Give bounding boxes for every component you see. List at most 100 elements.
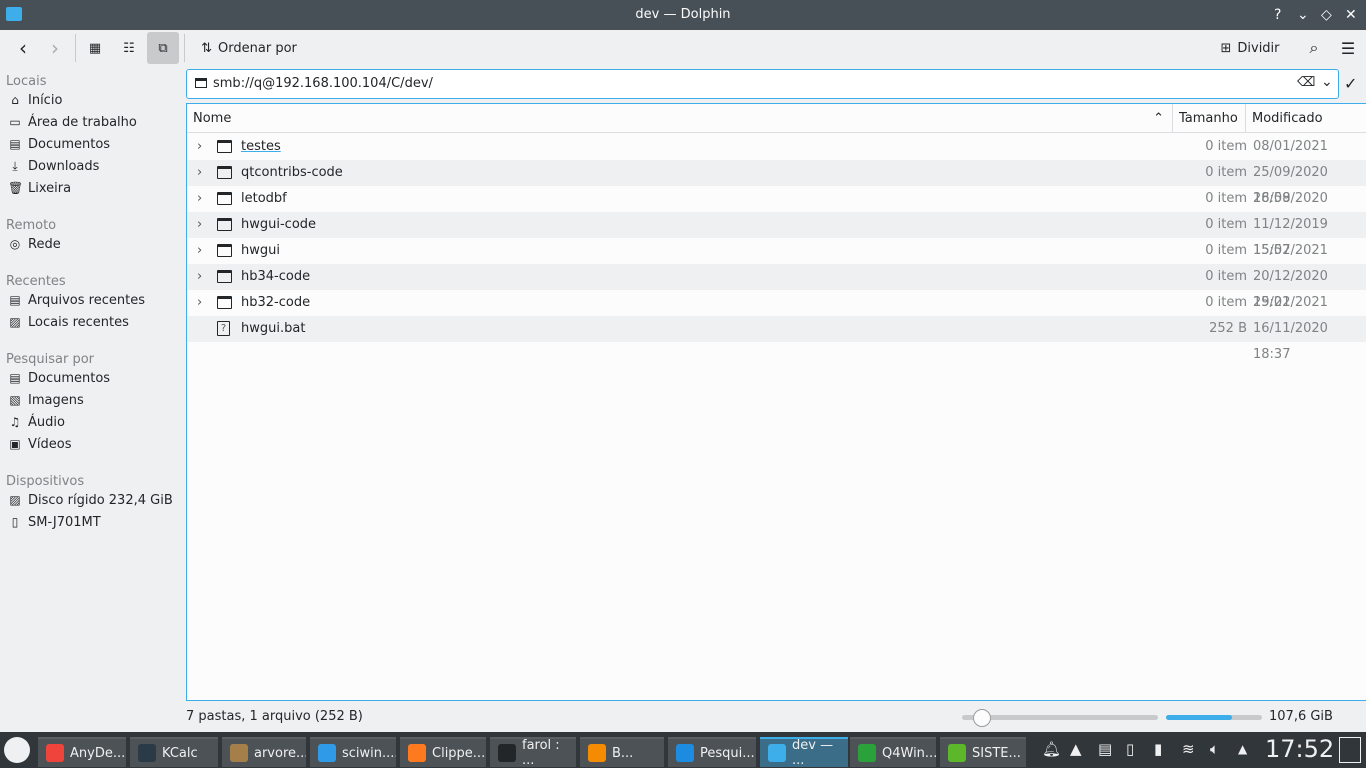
close-icon[interactable]: ✕: [1345, 0, 1357, 30]
taskbar-task[interactable]: arvore...: [222, 737, 306, 767]
expand-icon[interactable]: ›: [197, 160, 202, 186]
file-row[interactable]: ›testes0 item08/01/2021 14:16: [187, 134, 1366, 180]
taskbar-task[interactable]: AnyDe...: [38, 737, 126, 767]
help-icon[interactable]: ?: [1274, 0, 1281, 30]
music-icon: ♫: [9, 415, 21, 429]
chevron-down-icon[interactable]: ⌄: [1321, 74, 1333, 90]
volume-icon[interactable]: 🔈︎: [1210, 740, 1219, 758]
section-header: Locais: [6, 74, 47, 89]
sidebar-item[interactable]: ▤ Arquivos recentes: [8, 289, 145, 311]
sidebar-item[interactable]: ▤ Documentos: [8, 133, 110, 155]
recent-files-icon: ▤: [9, 293, 21, 307]
app-icon: [858, 744, 876, 762]
location-bar[interactable]: smb://q@192.168.100.104/C/dev/ ⌫ ⌄: [186, 69, 1339, 99]
taskbar-task[interactable]: dev — ...: [760, 737, 848, 767]
sidebar-item[interactable]: ◎ Rede: [8, 233, 61, 255]
icons-view-button[interactable]: ▦: [80, 32, 110, 64]
download-icon: ⤓: [12, 158, 18, 173]
file-row[interactable]: ›letodbf0 item28/08/2020 12:15: [187, 186, 1366, 232]
app-icon: [676, 744, 694, 762]
menu-button[interactable]: ☰: [1334, 32, 1362, 64]
keep-above-icon[interactable]: ◇: [1321, 0, 1332, 30]
usb-device-icon[interactable]: ▮: [1154, 740, 1162, 758]
column-header-size[interactable]: Tamanho: [1173, 104, 1246, 133]
file-row[interactable]: › hb34-code 0 item 20/12/2020 15:22: [187, 264, 1366, 310]
taskbar-task[interactable]: sciwin....: [310, 737, 396, 767]
taskbar-task[interactable]: B...: [580, 737, 664, 767]
app-icon: [46, 744, 64, 762]
forward-button[interactable]: ›: [40, 32, 70, 64]
sidebar-item[interactable]: ▯ SM-J701MT: [8, 511, 101, 533]
file-row[interactable]: ›hwgui0 item15/02/2021 14:29: [187, 238, 1366, 284]
sort-icon: ⇅: [201, 40, 213, 56]
search-button[interactable]: ⌕: [1300, 32, 1328, 64]
compact-view-button[interactable]: ☷: [114, 32, 144, 64]
app-icon: [230, 744, 248, 762]
section-header: Pesquisar por: [6, 352, 95, 367]
expand-icon[interactable]: ›: [197, 264, 202, 290]
notifications-icon[interactable]: 🔔︎: [1042, 740, 1061, 758]
sort-by-button[interactable]: ⇅ Ordenar por: [194, 32, 304, 64]
column-header-name[interactable]: Nome ⌃: [187, 104, 1173, 133]
recent-places-icon: ▨: [9, 315, 21, 329]
clipboard-icon[interactable]: ▤: [1098, 740, 1112, 758]
vlc-tray-icon[interactable]: ▲: [1070, 740, 1082, 758]
app-icon: [138, 744, 156, 762]
kdeconnect-icon[interactable]: ▯: [1126, 740, 1134, 758]
divider: [184, 34, 185, 62]
expand-icon[interactable]: ›: [197, 290, 202, 316]
expand-icon[interactable]: ›: [197, 212, 202, 238]
zoom-slider[interactable]: [962, 709, 1158, 727]
folder-icon: [217, 140, 232, 153]
sidebar-item[interactable]: ♫ Áudio: [8, 411, 65, 433]
taskbar-task[interactable]: Q4Win...: [850, 737, 936, 767]
sidebar-item[interactable]: ▧ Imagens: [8, 389, 83, 411]
show-desktop-button[interactable]: [1339, 737, 1361, 763]
file-row[interactable]: › hwgui-code 0 item 11/12/2019 15:57: [187, 212, 1366, 258]
window-title: dev — Dolphin: [635, 7, 731, 22]
confirm-location-icon[interactable]: ✓: [1344, 74, 1357, 93]
file-view[interactable]: Nome ⌃ Tamanho Modificado › testes 0 item 08…: [186, 103, 1366, 701]
expand-icon[interactable]: ›: [197, 238, 202, 264]
taskbar-task[interactable]: SISTE...: [940, 737, 1026, 767]
sidebar-item[interactable]: ⤓ Downloads: [8, 155, 99, 177]
sidebar-item[interactable]: ▨ Disco rígido 232,4 GiB: [8, 489, 172, 511]
column-header-modified[interactable]: Modificado: [1246, 104, 1366, 133]
disk-usage-fill: [1166, 715, 1233, 720]
section-header: Recentes: [6, 274, 66, 289]
file-row[interactable]: ? hwgui.bat 252 B 16/11/2020 18:37: [187, 316, 1366, 362]
clock[interactable]: 17:52: [1265, 735, 1334, 763]
taskbar-task[interactable]: Clippe...: [400, 737, 486, 767]
wifi-icon[interactable]: ≋: [1182, 740, 1195, 758]
sidebar-item[interactable]: ▨ Locais recentes: [8, 311, 129, 333]
back-button[interactable]: ‹: [8, 32, 38, 64]
desktop-icon: ▭: [9, 115, 21, 129]
clear-icon[interactable]: ⌫: [1297, 75, 1315, 90]
taskbar-task[interactable]: Pesqui...: [668, 737, 756, 767]
documents-icon: ▤: [9, 137, 21, 151]
taskbar-task[interactable]: farol : ...: [490, 737, 576, 767]
sidebar-item[interactable]: ▤ Documentos: [8, 367, 110, 389]
folder-icon: [217, 270, 232, 283]
expand-tray-icon[interactable]: ▲: [1238, 742, 1247, 756]
app-icon: [948, 744, 966, 762]
location-input[interactable]: smb://q@192.168.100.104/C/dev/: [213, 76, 433, 91]
folder-icon: [217, 218, 232, 231]
minimize-icon[interactable]: ⌄: [1297, 0, 1309, 30]
expand-icon[interactable]: ›: [197, 134, 202, 160]
split-icon: ⊞: [1220, 40, 1232, 56]
app-launcher-icon[interactable]: [4, 737, 30, 763]
details-view-button[interactable]: ⧉: [147, 32, 179, 64]
taskbar-task[interactable]: KCalc: [130, 737, 218, 767]
file-row[interactable]: ›hb32-code0 item29/01/2021 17:54: [187, 290, 1366, 336]
sidebar-item[interactable]: ▣ Vídeos: [8, 433, 71, 455]
sidebar-item[interactable]: ▭ Área de trabalho: [8, 111, 137, 133]
split-button[interactable]: ⊞ Dividir: [1218, 32, 1282, 64]
sidebar-item[interactable]: ⌂ Início: [8, 89, 62, 111]
file-row[interactable]: › qtcontribs-code 0 item 25/09/2020 16:59: [187, 160, 1366, 206]
network-icon: ◎: [9, 237, 21, 251]
documents-icon: ▤: [9, 371, 21, 385]
zoom-slider-handle[interactable]: [972, 709, 991, 727]
expand-icon[interactable]: ›: [197, 186, 202, 212]
sidebar-item[interactable]: 🗑︎ Lixeira: [8, 177, 71, 199]
